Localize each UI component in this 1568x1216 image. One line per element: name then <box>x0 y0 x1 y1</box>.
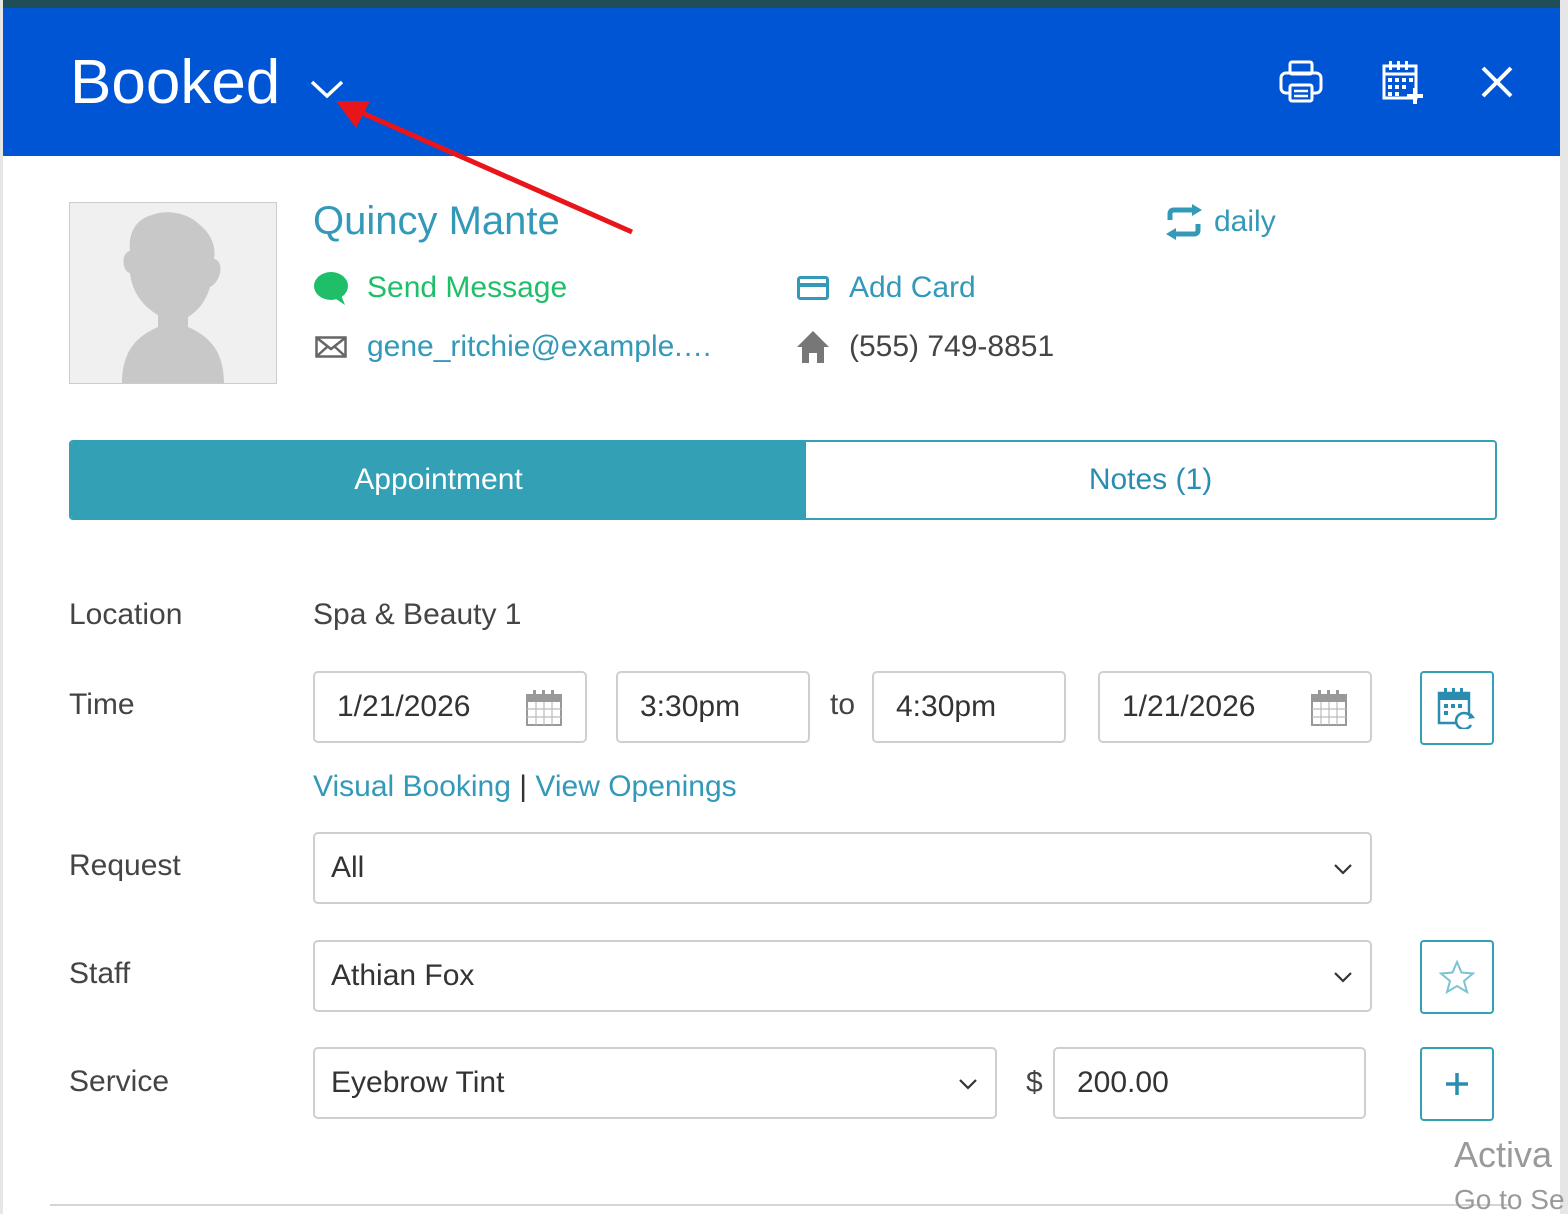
add-card-link[interactable]: Add Card <box>795 268 976 308</box>
client-email: gene_ritchie@example.… <box>367 330 713 363</box>
service-label: Service <box>69 1065 170 1098</box>
calendar-refresh-button[interactable] <box>1420 671 1494 745</box>
start-date-field[interactable]: 1/21/2026 <box>313 671 587 743</box>
request-label: Request <box>69 849 181 882</box>
tab-appointment[interactable]: Appointment <box>71 442 806 518</box>
background-app-nav <box>0 0 1568 8</box>
start-time-value: 3:30pm <box>640 690 741 723</box>
time-label: Time <box>69 688 135 721</box>
favorite-staff-button[interactable] <box>1420 940 1494 1014</box>
request-select[interactable]: All <box>313 832 1372 904</box>
client-avatar <box>69 202 277 384</box>
tab-notes[interactable]: Notes (1) <box>806 442 1495 518</box>
recurrence-link[interactable]: daily <box>1164 202 1276 242</box>
location-label: Location <box>69 598 183 631</box>
staff-label: Staff <box>69 957 131 990</box>
links-separator: | <box>519 770 528 803</box>
modal-tabs: Appointment Notes (1) <box>69 440 1497 520</box>
price-value: 200.00 <box>1077 1066 1169 1099</box>
calendar-icon[interactable] <box>1310 689 1348 727</box>
plus-icon <box>1446 1073 1468 1095</box>
close-icon[interactable] <box>1473 58 1521 106</box>
background-edge-right <box>1560 0 1568 1214</box>
chevron-down-icon[interactable] <box>307 74 347 104</box>
client-name[interactable]: Quincy Mante <box>313 198 560 244</box>
end-date-value: 1/21/2026 <box>1122 690 1256 723</box>
start-date-value: 1/21/2026 <box>337 690 471 723</box>
start-time-field[interactable]: 3:30pm <box>616 671 810 743</box>
location-value: Spa & Beauty 1 <box>313 598 522 631</box>
avatar-placeholder-icon <box>70 203 276 383</box>
add-service-button[interactable] <box>1420 1047 1494 1121</box>
envelope-icon <box>315 336 347 358</box>
staff-value: Athian Fox <box>331 959 475 992</box>
calendar-refresh-icon <box>1437 688 1475 729</box>
chat-bubble-icon <box>314 272 348 305</box>
client-email-link[interactable]: gene_ritchie@example.… <box>313 327 713 367</box>
visual-booking-link[interactable]: Visual Booking <box>313 770 511 803</box>
staff-select[interactable]: Athian Fox <box>313 940 1372 1012</box>
price-input[interactable]: 200.00 <box>1053 1047 1366 1119</box>
service-value: Eyebrow Tint <box>331 1066 505 1099</box>
calendar-add-icon[interactable] <box>1379 58 1427 106</box>
booking-links: Visual Booking | View Openings <box>313 770 737 804</box>
appointment-modal <box>3 8 1560 1214</box>
repeat-icon <box>1166 204 1202 240</box>
service-select[interactable]: Eyebrow Tint <box>313 1047 997 1119</box>
calendar-icon[interactable] <box>525 689 563 727</box>
client-phone: (555) 749-8851 <box>795 327 1054 367</box>
client-phone-number: (555) 749-8851 <box>849 330 1055 363</box>
credit-card-icon <box>797 276 829 300</box>
recurrence-label: daily <box>1214 205 1276 238</box>
star-icon <box>1439 960 1475 994</box>
view-openings-link[interactable]: View Openings <box>535 770 736 803</box>
chevron-down-icon <box>959 1079 977 1090</box>
activation-watermark-title: Activa <box>1454 1134 1553 1175</box>
send-message-link[interactable]: Send Message <box>313 268 567 308</box>
request-value: All <box>331 851 365 884</box>
end-time-value: 4:30pm <box>896 690 997 723</box>
modal-header: Booked <box>3 8 1560 156</box>
end-date-field[interactable]: 1/21/2026 <box>1098 671 1372 743</box>
end-time-field[interactable]: 4:30pm <box>872 671 1066 743</box>
footer-divider <box>50 1204 1510 1206</box>
time-to-label: to <box>830 688 856 721</box>
currency-symbol: $ <box>1026 1066 1043 1099</box>
home-icon <box>797 331 829 363</box>
send-message-label: Send Message <box>367 271 568 304</box>
activation-watermark-subtitle: Go to Se <box>1454 1184 1565 1215</box>
chevron-down-icon <box>1334 864 1352 875</box>
add-card-label: Add Card <box>849 271 976 304</box>
appointment-status[interactable]: Booked <box>70 48 280 118</box>
chevron-down-icon <box>1334 972 1352 983</box>
printer-icon[interactable] <box>1277 58 1325 106</box>
